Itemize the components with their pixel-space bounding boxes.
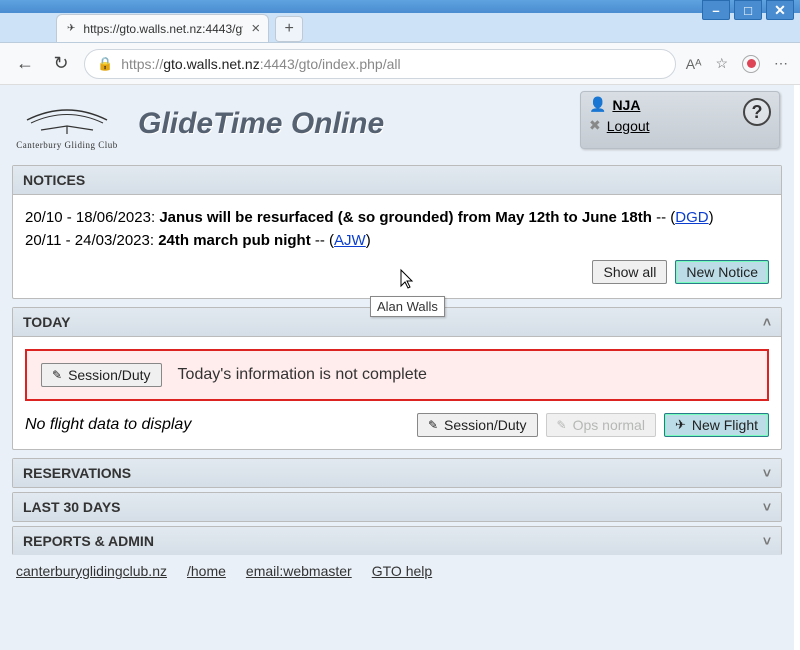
today-body: ✎ Session/Duty Today's information is no… [13, 337, 781, 449]
url-text: https://gto.walls.net.nz:4443/gto/index.… [121, 56, 400, 72]
user-panel: 👤 NJA ✖ Logout ? [580, 91, 780, 149]
lock-icon: 🔒 [97, 56, 113, 72]
last30-header[interactable]: LAST 30 DAYS ˅ [13, 493, 781, 521]
pencil-icon: ✎ [52, 368, 62, 382]
logout-row: ✖ Logout [589, 117, 771, 134]
reports-header[interactable]: REPORTS & ADMIN ˅ [13, 527, 781, 555]
author-tooltip: Alan Walls [370, 296, 445, 317]
notice-text: 24th march pub night [158, 232, 311, 249]
refresh-button[interactable]: ↻ [48, 51, 74, 77]
chevron-down-icon: ˅ [763, 465, 771, 481]
footer-links: canterburyglidingclub.nz /home email:web… [0, 555, 794, 587]
logo-caption: Canterbury Gliding Club [16, 140, 118, 150]
new-notice-button[interactable]: New Notice [675, 260, 769, 284]
glider-logo-icon [17, 98, 117, 140]
new-flight-button[interactable]: ✈ New Flight [664, 413, 769, 437]
help-link[interactable]: GTO help [372, 563, 432, 579]
reservations-header-label: RESERVATIONS [23, 465, 131, 481]
today-warning-message: Today's information is not complete [178, 366, 427, 384]
notice-item: 20/10 - 18/06/2023: Janus will be resurf… [25, 207, 769, 230]
menu-button[interactable]: ⋯ [774, 55, 788, 72]
app-header: Canterbury Gliding Club GlideTime Online… [0, 85, 794, 161]
session-duty-button-2[interactable]: ✎ Session/Duty [417, 413, 538, 437]
new-tab-button[interactable]: + [275, 16, 303, 42]
window-minimize-button[interactable]: – [702, 0, 730, 20]
home-link[interactable]: /home [187, 563, 226, 579]
reader-mode-icon[interactable]: Aᴬ [686, 56, 702, 72]
notices-header-label: NOTICES [23, 172, 85, 188]
notice-author-link[interactable]: AJW [334, 232, 366, 249]
browser-toolbar: ← ↻ 🔒 https://gto.walls.net.nz:4443/gto/… [0, 43, 800, 85]
session-duty-label: Session/Duty [68, 367, 150, 383]
chevron-down-icon: ˅ [763, 533, 771, 549]
session-duty-button[interactable]: ✎ Session/Duty [41, 363, 162, 387]
window-controls: – □ ✕ [702, 0, 794, 20]
today-warning-box: ✎ Session/Duty Today's information is no… [25, 349, 769, 401]
notices-header[interactable]: NOTICES [13, 166, 781, 195]
toolbar-right-icons: Aᴬ ☆ ⋯ [686, 55, 788, 73]
today-section: TODAY ˄ ✎ Session/Duty Today's informati… [12, 307, 782, 450]
notice-date: 24/03/2023 [75, 232, 150, 249]
logout-icon: ✖ [589, 117, 601, 134]
browser-tab[interactable]: ✈ https://gto.walls.net.nz:4443/gto/ × [56, 14, 269, 42]
no-flight-data-label: No flight data to display [25, 416, 417, 434]
tab-close-icon[interactable]: × [251, 20, 260, 37]
club-site-link[interactable]: canterburyglidingclub.nz [16, 563, 167, 579]
session-duty-label: Session/Duty [444, 417, 526, 433]
last30-header-label: LAST 30 DAYS [23, 499, 121, 515]
notice-id: 20/11 [25, 232, 61, 249]
reports-section: REPORTS & ADMIN ˅ [12, 526, 782, 555]
user-icon: 👤 [589, 96, 606, 113]
new-flight-label: New Flight [692, 417, 758, 433]
pencil-icon: ✎ [557, 418, 567, 432]
favorites-icon[interactable]: ☆ [715, 55, 728, 72]
notices-actions: Show all New Notice [25, 260, 769, 284]
email-link[interactable]: email:webmaster [246, 563, 352, 579]
chevron-down-icon: ˅ [763, 499, 771, 515]
window-titlebar [0, 0, 800, 13]
reports-header-label: REPORTS & ADMIN [23, 533, 154, 549]
window-close-button[interactable]: ✕ [766, 0, 794, 20]
window-maximize-button[interactable]: □ [734, 0, 762, 20]
notices-section: NOTICES 20/10 - 18/06/2023: Janus will b… [12, 165, 782, 299]
notice-item: 20/11 - 24/03/2023: 24th march pub night… [25, 230, 769, 253]
logout-link[interactable]: Logout [607, 118, 650, 134]
tab-favicon-icon: ✈ [67, 23, 75, 34]
reservations-header[interactable]: RESERVATIONS ˅ [13, 459, 781, 487]
back-button[interactable]: ← [12, 51, 38, 77]
user-initials-link[interactable]: NJA [612, 97, 640, 113]
plane-icon: ✈ [675, 417, 686, 433]
today-footer-row: No flight data to display ✎ Session/Duty… [25, 413, 769, 437]
notice-author-link[interactable]: DGD [675, 209, 708, 226]
show-all-button[interactable]: Show all [592, 260, 667, 284]
tab-title: https://gto.walls.net.nz:4443/gto/ [83, 22, 243, 36]
notices-body: 20/10 - 18/06/2023: Janus will be resurf… [13, 195, 781, 298]
last30-section: LAST 30 DAYS ˅ [12, 492, 782, 522]
notice-text: Janus will be resurfaced (& so grounded)… [159, 209, 652, 226]
today-header-label: TODAY [23, 314, 70, 330]
today-actions: ✎ Session/Duty ✎ Ops normal ✈ New Flight [417, 413, 769, 437]
ops-normal-button: ✎ Ops normal [546, 413, 656, 437]
ops-normal-label: Ops normal [573, 417, 645, 433]
club-logo: Canterbury Gliding Club [12, 93, 122, 155]
page-content: Canterbury Gliding Club GlideTime Online… [0, 85, 794, 650]
address-bar[interactable]: 🔒 https://gto.walls.net.nz:4443/gto/inde… [84, 49, 676, 79]
notice-date: 18/06/2023 [76, 209, 151, 226]
browser-tab-strip: ✈ https://gto.walls.net.nz:4443/gto/ × + [0, 13, 800, 43]
reservations-section: RESERVATIONS ˅ [12, 458, 782, 488]
pencil-icon: ✎ [428, 418, 438, 432]
notice-id: 20/10 [25, 209, 63, 226]
chevron-up-icon: ˄ [763, 314, 771, 330]
profile-avatar-icon [747, 59, 756, 68]
profile-button[interactable] [742, 55, 760, 73]
help-button[interactable]: ? [743, 98, 771, 126]
